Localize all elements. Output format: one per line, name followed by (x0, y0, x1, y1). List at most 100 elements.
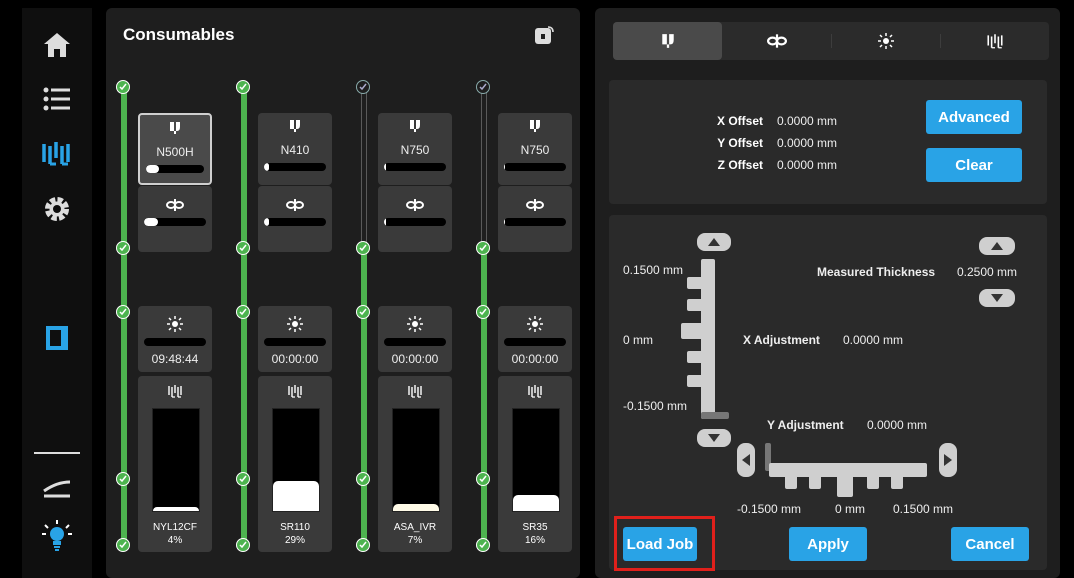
sun-icon (877, 33, 894, 49)
check-icon (356, 472, 370, 486)
fan-level-bar (384, 218, 446, 226)
resin-tab[interactable] (940, 22, 1049, 60)
resin-vessel (272, 408, 320, 512)
z-offset-value: 0.0000 mm (777, 158, 838, 172)
triangle-down-icon (991, 294, 1003, 302)
light-card[interactable]: 00:00:00 (378, 306, 452, 372)
fan-card[interactable] (138, 186, 212, 252)
check-icon (356, 538, 370, 552)
fan-card[interactable] (498, 186, 572, 252)
resin-card[interactable]: SR35 16% (498, 376, 572, 552)
h-min-label: -0.1500 mm (737, 502, 802, 516)
check-icon (236, 305, 250, 319)
nozzle-icon (661, 34, 674, 48)
nozzle-level-bar (384, 163, 446, 171)
list-icon[interactable] (22, 74, 92, 124)
right-arrow-button[interactable] (939, 443, 957, 477)
fan-icon (498, 198, 572, 212)
x-offset-value: 0.0000 mm (777, 114, 838, 128)
left-arrow-button[interactable] (737, 443, 755, 477)
calibration-panel: X Offset 0.0000 mm Y Offset 0.0000 mm Z … (595, 8, 1060, 578)
x-adjustment-value: 0.0000 mm (843, 333, 904, 347)
check-icon (116, 241, 130, 255)
y-adjustment-value: 0.0000 mm (867, 418, 928, 432)
resin-percent: 4% (167, 535, 183, 546)
clear-button[interactable]: Clear (926, 148, 1022, 182)
fan-icon (138, 198, 212, 212)
fan-icon (378, 198, 452, 212)
time-label: 00:00:00 (271, 352, 319, 366)
triangle-right-icon (944, 454, 952, 466)
resin-icon[interactable] (22, 128, 92, 178)
nozzle-icon (258, 119, 332, 133)
nozzle-card[interactable]: N500H (138, 113, 212, 185)
nozzle-label: N750 (400, 143, 430, 157)
nozzle-label: N500H (156, 145, 194, 159)
z-offset-label: Z Offset (717, 158, 763, 172)
h-zero-label: 0 mm (835, 502, 865, 516)
check-icon (356, 241, 370, 255)
resin-card[interactable]: ASA_IVR 7% (378, 376, 452, 552)
apply-button[interactable]: Apply (789, 527, 867, 561)
nozzle-card[interactable]: N750 (378, 113, 452, 185)
resin-card[interactable]: NYL12CF 4% (138, 376, 212, 552)
fan-card[interactable] (258, 186, 332, 252)
highlight-box (614, 516, 715, 571)
vertical-ruler[interactable] (681, 259, 741, 427)
check-icon (476, 305, 490, 319)
check-icon (356, 80, 370, 94)
thickness-down-button[interactable] (979, 289, 1015, 307)
resin-percent: 16% (524, 535, 545, 546)
nozzle-level-bar (504, 163, 566, 171)
v-zero-label: 0 mm (623, 333, 653, 347)
consumable-column-2: N410 00:00:00 SR110 29% (228, 8, 348, 578)
check-icon (236, 241, 250, 255)
light-card[interactable]: 09:48:44 (138, 306, 212, 372)
gear-icon[interactable] (22, 184, 92, 234)
y-adjustment-label: Y Adjustment (767, 418, 844, 432)
triangle-left-icon (742, 454, 750, 466)
nozzle-tab[interactable] (613, 22, 722, 60)
check-icon (116, 538, 130, 552)
fan-level-bar (504, 218, 566, 226)
up-arrow-button[interactable] (697, 233, 731, 251)
fan-level-bar (264, 218, 326, 226)
triangle-up-icon (708, 238, 720, 246)
x-offset-label: X Offset (716, 114, 763, 128)
cancel-button[interactable]: Cancel (951, 527, 1029, 561)
h-max-label: 0.1500 mm (893, 502, 954, 516)
offsets-box: X Offset 0.0000 mm Y Offset 0.0000 mm Z … (609, 80, 1047, 204)
v-min-label: -0.1500 mm (623, 399, 688, 413)
tab-bar (613, 22, 1049, 60)
advanced-button[interactable]: Advanced (926, 100, 1022, 134)
nozzle-level-bar (146, 165, 204, 173)
nozzle-icon (498, 119, 572, 133)
nozzle-card[interactable]: N410 (258, 113, 332, 185)
resin-vessel (152, 408, 200, 512)
check-icon (476, 472, 490, 486)
x-adjustment-label: X Adjustment (743, 333, 820, 347)
light-tab[interactable] (831, 22, 940, 60)
nozzle-icon (378, 119, 452, 133)
thickness-up-button[interactable] (979, 237, 1015, 255)
door-icon[interactable] (22, 313, 92, 363)
resin-percent: 29% (284, 535, 305, 546)
nav-divider (34, 452, 80, 454)
light-card[interactable]: 00:00:00 (498, 306, 572, 372)
consumable-column-1: N500H 09:48:44 NYL12CF 4% (108, 8, 228, 578)
home-icon[interactable] (22, 20, 92, 70)
resin-icon (986, 34, 1003, 49)
fan-card[interactable] (378, 186, 452, 252)
fan-tab[interactable] (722, 22, 831, 60)
down-arrow-button[interactable] (697, 429, 731, 447)
resin-card[interactable]: SR110 29% (258, 376, 332, 552)
tray-icon[interactable] (22, 462, 92, 512)
nozzle-card[interactable]: N750 (498, 113, 572, 185)
time-label: 00:00:00 (511, 352, 559, 366)
light-card[interactable]: 00:00:00 (258, 306, 332, 372)
resin-name: ASA_IVR (393, 522, 437, 533)
nozzle-label: N410 (280, 143, 310, 157)
lightbulb-icon[interactable] (22, 512, 92, 562)
horizontal-ruler[interactable] (765, 443, 931, 499)
resin-percent: 7% (407, 535, 423, 546)
